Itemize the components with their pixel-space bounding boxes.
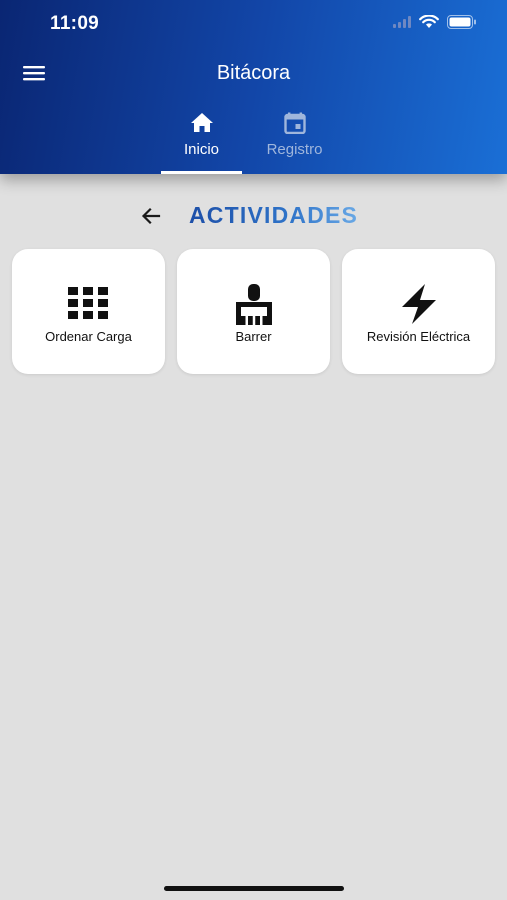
section-title: ACTIVIDADES [189,202,359,228]
app-header: 11:09 Bitácora Inicio Registro [0,0,507,174]
wifi-icon [419,15,439,28]
signal-icon [393,16,411,28]
home-icon [190,113,213,132]
activity-label: Barrer [235,329,272,344]
activity-label: Ordenar Carga [45,329,132,344]
lightning-icon [401,284,436,324]
section-header: ACTIVIDADES [0,196,507,236]
calendar-icon [283,112,306,134]
status-icons [393,15,477,29]
active-tab-indicator [161,171,242,174]
activity-label: Revisión Eléctrica [366,329,471,344]
app-title: Bitácora [216,62,291,84]
home-indicator[interactable] [164,886,344,891]
tab-label: Registro [266,141,323,158]
tab-inicio[interactable]: Inicio [161,108,242,174]
status-time: 11:09 [50,13,100,34]
activity-card-ordenar-carga[interactable]: Ordenar Carga [12,249,165,374]
activity-card-barrer[interactable]: Barrer [177,249,330,374]
back-arrow-icon [141,207,161,225]
tab-registro[interactable]: Registro [252,108,337,174]
tab-label: Inicio [183,141,220,158]
battery-icon [447,15,476,29]
broom-icon [235,284,272,325]
grid-icon [67,287,108,319]
activity-card-revision-electrica[interactable]: Revisión Eléctrica [342,249,495,374]
activities-grid: Ordenar Carga Barrer Revisión Eléctrica [12,249,496,374]
back-button[interactable] [139,204,163,228]
